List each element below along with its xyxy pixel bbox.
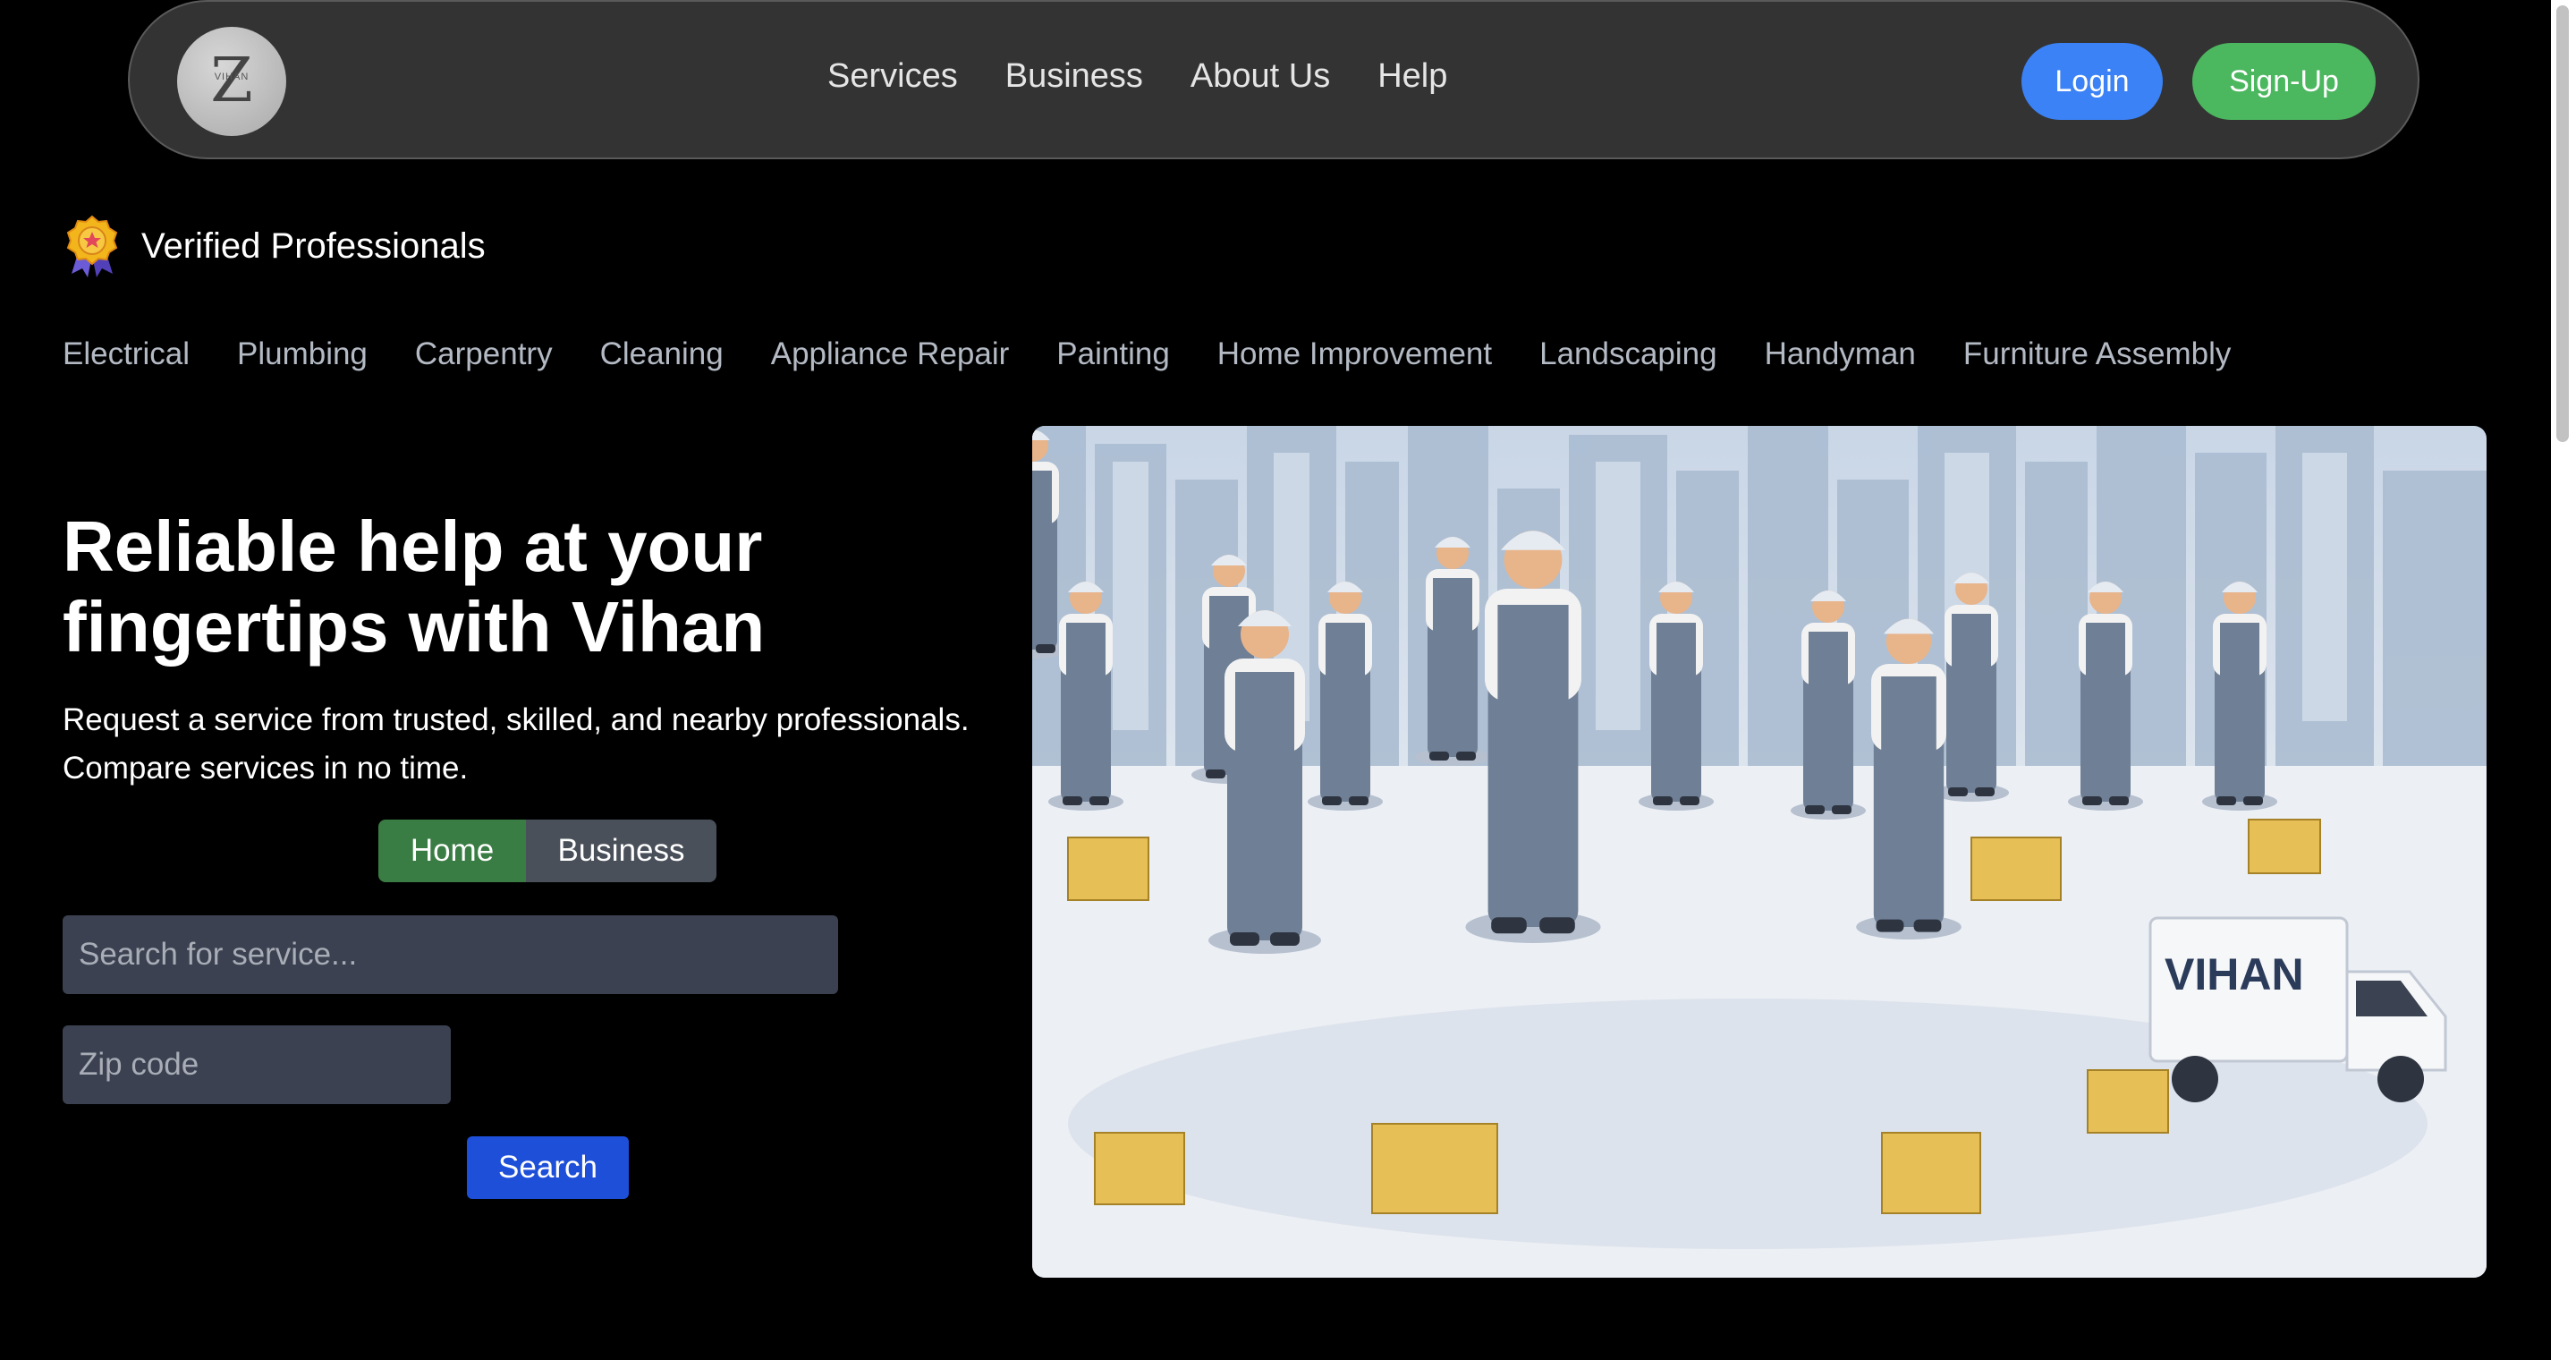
workers-illustration: VIHAN	[1032, 426, 2487, 1278]
category-painting[interactable]: Painting	[1056, 336, 1169, 372]
signup-button[interactable]: Sign-Up	[2192, 43, 2376, 120]
verified-professionals: Verified Professionals	[63, 215, 486, 277]
service-search-input[interactable]	[63, 915, 838, 994]
category-home-improvement[interactable]: Home Improvement	[1217, 336, 1492, 372]
category-carpentry[interactable]: Carpentry	[415, 336, 553, 372]
hero-subtext-line1: Request a service from trusted, skilled,…	[63, 702, 970, 737]
category-appliance-repair[interactable]: Appliance Repair	[771, 336, 1010, 372]
hero-subtext: Request a service from trusted, skilled,…	[63, 696, 1029, 793]
search-button[interactable]: Search	[467, 1136, 629, 1199]
category-plumbing[interactable]: Plumbing	[237, 336, 368, 372]
toggle-home[interactable]: Home	[378, 820, 526, 882]
toggle-business[interactable]: Business	[526, 820, 716, 882]
nav-link-services[interactable]: Services	[827, 57, 958, 96]
logo-small-text: VIHAN	[214, 72, 250, 82]
category-landscaping[interactable]: Landscaping	[1539, 336, 1717, 372]
hero-image: VIHAN	[1032, 426, 2487, 1278]
hero-subtext-line2: Compare services in no time.	[63, 751, 469, 786]
top-navbar: Z VIHAN Services Business About Us Help …	[128, 0, 2419, 159]
nav-link-help[interactable]: Help	[1377, 57, 1447, 96]
page: Z VIHAN Services Business About Us Help …	[0, 0, 2576, 1360]
vihan-logo[interactable]: Z VIHAN	[177, 27, 286, 136]
category-furniture-assembly[interactable]: Furniture Assembly	[1963, 336, 2232, 372]
category-cleaning[interactable]: Cleaning	[600, 336, 724, 372]
category-nav: Electrical Plumbing Carpentry Cleaning A…	[63, 336, 2231, 372]
award-badge-icon	[66, 215, 118, 277]
category-electrical[interactable]: Electrical	[63, 336, 190, 372]
nav-link-about-us[interactable]: About Us	[1191, 57, 1330, 96]
hero-headline: Reliable help at your fingertips with Vi…	[63, 506, 766, 667]
verified-label: Verified Professionals	[141, 225, 486, 266]
category-handyman[interactable]: Handyman	[1765, 336, 1916, 372]
home-business-toggle: Home Business	[378, 820, 716, 882]
nav-links: Services Business About Us Help	[827, 57, 1447, 96]
login-button[interactable]: Login	[2021, 43, 2163, 120]
nav-link-business[interactable]: Business	[1005, 57, 1143, 96]
truck-label: VIHAN	[2165, 949, 2304, 999]
page-scrollbar-thumb[interactable]	[2556, 5, 2569, 442]
zip-code-input[interactable]	[63, 1025, 451, 1104]
